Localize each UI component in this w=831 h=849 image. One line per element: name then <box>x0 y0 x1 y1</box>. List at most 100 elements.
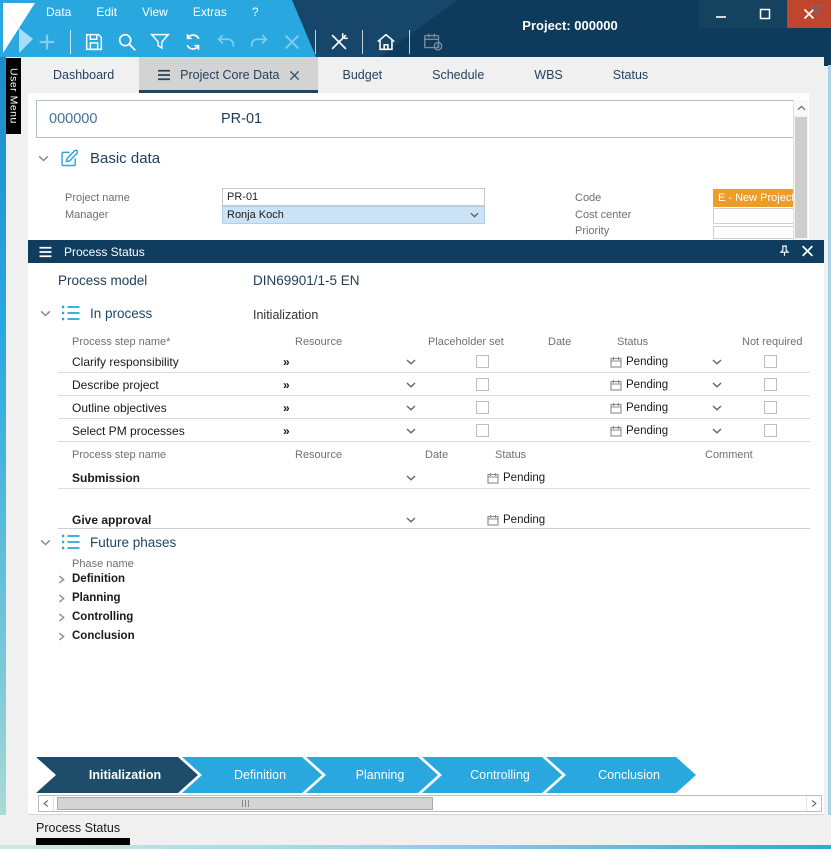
resource-assign-link[interactable]: » <box>283 350 290 373</box>
not-required-checkbox[interactable] <box>764 419 777 442</box>
minimize-button[interactable] <box>699 0 743 28</box>
filter-button[interactable] <box>147 29 173 55</box>
resource-dropdown[interactable] <box>406 466 416 489</box>
resource-dropdown-icon <box>406 382 416 388</box>
status-dropdown-icon <box>712 428 722 434</box>
process-status-panel-header[interactable]: Process Status <box>28 240 824 263</box>
maximize-icon <box>759 8 771 20</box>
menu-item-edit[interactable]: Edit <box>96 5 117 19</box>
tab-close-icon[interactable] <box>289 70 300 81</box>
not-required-checkbox[interactable] <box>764 373 777 396</box>
chevron-down-icon <box>40 539 51 546</box>
status-dropdown[interactable] <box>712 373 722 396</box>
tab-status[interactable]: Status <box>588 57 673 93</box>
chevron-left-icon <box>43 799 49 808</box>
status-cell: Pending <box>610 419 668 442</box>
menu-item-view[interactable]: View <box>142 5 168 19</box>
expand-icon <box>58 632 65 641</box>
tab-schedule[interactable]: Schedule <box>407 57 509 93</box>
basic-data-section-header[interactable]: Basic data <box>38 148 160 169</box>
phase-row-conclusion[interactable]: Conclusion <box>58 630 135 642</box>
calendar-icon <box>610 356 622 368</box>
menu-item-data[interactable]: Data <box>46 5 71 19</box>
flow-step-initialization[interactable]: Initialization <box>36 757 198 793</box>
section-divider <box>58 528 810 529</box>
calendar-icon <box>610 402 622 414</box>
status-value: Pending <box>503 514 545 526</box>
scroll-right-button[interactable] <box>806 796 821 811</box>
resource-dropdown[interactable] <box>406 419 416 442</box>
flow-step-planning[interactable]: Planning <box>306 757 438 793</box>
tab-bar: DashboardProject Core DataBudgetSchedule… <box>28 57 824 93</box>
flow-step-definition[interactable]: Definition <box>182 757 322 793</box>
menu-item-[interactable]: ? <box>252 5 259 19</box>
placeholder-set-checkbox[interactable] <box>476 396 489 419</box>
status-dropdown[interactable] <box>712 350 722 373</box>
toolbar <box>34 27 446 57</box>
flow-step-conclusion[interactable]: Conclusion <box>546 757 696 793</box>
manager-select[interactable]: Ronja Koch <box>222 206 485 224</box>
home-button[interactable] <box>373 29 399 55</box>
cancel-button[interactable] <box>279 29 305 55</box>
horizontal-scroll-thumb[interactable] <box>57 797 433 810</box>
cancel-icon <box>281 31 303 53</box>
calendar-icon <box>487 514 499 526</box>
bottom-tab-process-status[interactable]: Process Status <box>36 821 120 835</box>
search-button[interactable] <box>114 29 140 55</box>
settings-button[interactable] <box>326 29 352 55</box>
placeholder-set-checkbox[interactable] <box>476 350 489 373</box>
status-cell: Pending <box>610 396 668 419</box>
tab-dashboard[interactable]: Dashboard <box>28 57 139 93</box>
add-button[interactable] <box>34 29 60 55</box>
phase-row-controlling[interactable]: Controlling <box>58 611 133 623</box>
cost-center-label: Cost center <box>575 209 631 221</box>
placeholder-set-checkbox[interactable] <box>476 373 489 396</box>
close-button[interactable] <box>787 0 831 28</box>
undo-button[interactable] <box>213 29 239 55</box>
panel-menu-icon[interactable] <box>38 246 53 258</box>
resource-dropdown[interactable] <box>406 350 416 373</box>
calendar-icon <box>610 425 622 437</box>
menu-item-extras[interactable]: Extras <box>193 5 227 19</box>
refresh-button[interactable] <box>180 29 206 55</box>
scroll-left-button[interactable] <box>39 796 54 811</box>
tab-project-core-data[interactable]: Project Core Data <box>139 57 317 93</box>
basic-data-title: Basic data <box>90 150 160 167</box>
user-menu-tab[interactable]: User Menu <box>6 58 21 134</box>
scroll-up-button[interactable] <box>794 100 808 115</box>
not-required-checkbox[interactable] <box>764 350 777 373</box>
resource-dropdown[interactable] <box>406 373 416 396</box>
resource-assign-link[interactable]: » <box>283 373 290 396</box>
in-process-section-header[interactable]: In process <box>40 304 152 322</box>
process-model-label: Process model <box>58 273 147 288</box>
tab-wbs[interactable]: WBS <box>509 57 587 93</box>
status-dropdown[interactable] <box>712 419 722 442</box>
placeholder-set-checkbox[interactable] <box>476 419 489 442</box>
future-phases-section-header[interactable]: Future phases <box>40 533 176 551</box>
column-header: Resource <box>295 336 342 348</box>
resource-assign-link[interactable]: » <box>283 419 290 442</box>
resource-dropdown-icon <box>406 428 416 434</box>
panel-close-icon[interactable] <box>801 244 814 258</box>
toolbar-separator <box>315 30 316 54</box>
project-name-input[interactable] <box>222 188 485 206</box>
not-required-checkbox[interactable] <box>764 396 777 419</box>
pin-icon[interactable] <box>778 244 791 258</box>
resource-dropdown[interactable] <box>406 396 416 419</box>
save-button[interactable] <box>81 29 107 55</box>
milestone-link[interactable]: Submission <box>72 466 140 489</box>
maximize-button[interactable] <box>743 0 787 28</box>
phase-row-planning[interactable]: Planning <box>58 592 121 604</box>
flow-step-controlling[interactable]: Controlling <box>422 757 562 793</box>
tab-overflow-icon[interactable] <box>810 4 823 15</box>
expand-icon <box>58 613 65 622</box>
vertical-scroll-thumb[interactable] <box>795 117 807 238</box>
vertical-scrollbar[interactable] <box>793 100 808 240</box>
status-dropdown[interactable] <box>712 396 722 419</box>
phase-row-definition[interactable]: Definition <box>58 573 125 585</box>
tab-budget[interactable]: Budget <box>318 57 408 93</box>
redo-button[interactable] <box>246 29 272 55</box>
resource-assign-link[interactable]: » <box>283 396 290 419</box>
scheduler-button[interactable] <box>420 29 446 55</box>
horizontal-scrollbar[interactable] <box>38 795 822 812</box>
